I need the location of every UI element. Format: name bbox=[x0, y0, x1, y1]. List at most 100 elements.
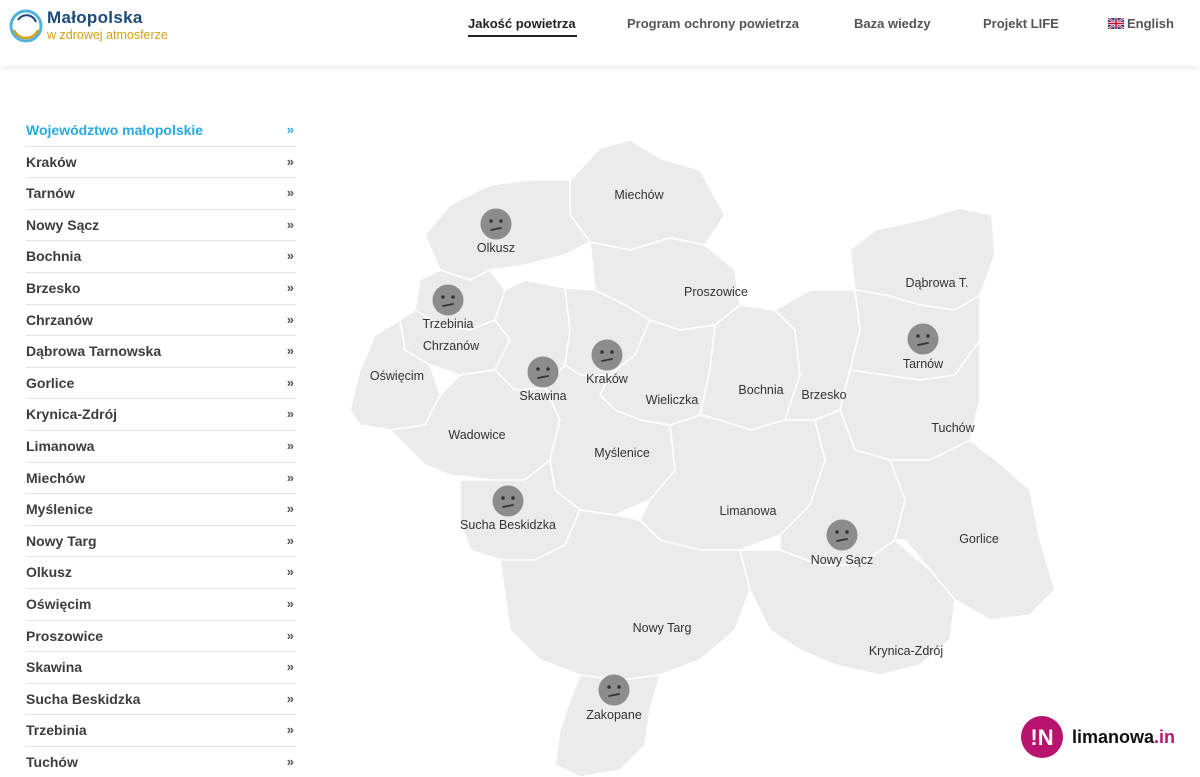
map-label-myslenice: Myślenice bbox=[594, 446, 650, 460]
sidebar-item-label: Nowy Targ bbox=[26, 532, 97, 549]
sidebar-item-label: Brzesko bbox=[26, 279, 81, 296]
sidebar-item-sucha-beskidzka[interactable]: Sucha Beskidzka » bbox=[26, 684, 296, 716]
map-label-sucha: Sucha Beskidzka bbox=[460, 518, 556, 532]
map-label-tuchow: Tuchów bbox=[931, 421, 975, 435]
map-label-krakow: Kraków bbox=[586, 372, 628, 386]
map-label-nowytarg: Nowy Targ bbox=[632, 621, 692, 635]
sidebar-item-label: Trzebinia bbox=[26, 722, 87, 739]
nav-jakosc-powietrza[interactable]: Jakość powietrza bbox=[468, 16, 576, 31]
sidebar-item-label: Proszowice bbox=[26, 627, 104, 644]
map-label-trzebinia: Trzebinia bbox=[422, 317, 474, 331]
sidebar-item-label: Oświęcim bbox=[26, 595, 92, 612]
map-label-olkusz: Olkusz bbox=[476, 241, 516, 255]
map-label-wieliczka: Wieliczka bbox=[645, 393, 699, 407]
chevron-right-icon: » bbox=[286, 501, 294, 517]
chevron-right-icon: » bbox=[286, 248, 294, 264]
sidebar-item-label: Sucha Beskidzka bbox=[26, 690, 141, 707]
sidebar-item-label: Olkusz bbox=[26, 564, 72, 581]
neutral-face-icon[interactable] bbox=[598, 674, 630, 706]
chevron-right-icon: » bbox=[286, 279, 294, 295]
sidebar-item-skawina[interactable]: Skawina » bbox=[26, 652, 296, 684]
site-logo[interactable]: Małopolska w zdrowej atmosferze bbox=[8, 6, 188, 48]
district-sidebar: Województwo małopolskie » Kraków » Tarnów »… bbox=[26, 115, 296, 777]
map-label-wadowice: Wadowice bbox=[448, 428, 506, 442]
sidebar-item-label: Kraków bbox=[26, 153, 77, 170]
sidebar-item-oswiecim[interactable]: Oświęcim » bbox=[26, 589, 296, 621]
nav-baza-wiedzy[interactable]: Baza wiedzy bbox=[854, 16, 931, 31]
sidebar-item-label: Nowy Sącz bbox=[26, 216, 100, 233]
sidebar-item-bochnia[interactable]: Bochnia » bbox=[26, 241, 296, 273]
nav-english[interactable]: English bbox=[1108, 16, 1174, 31]
sidebar-item-olkusz[interactable]: Olkusz » bbox=[26, 557, 296, 589]
sidebar-item-label: Gorlice bbox=[26, 374, 75, 391]
neutral-face-icon[interactable] bbox=[492, 485, 524, 517]
sidebar-item-tarnow[interactable]: Tarnów » bbox=[26, 178, 296, 210]
map-label-bochnia: Bochnia bbox=[738, 383, 784, 397]
sidebar-item-nowy-sacz[interactable]: Nowy Sącz » bbox=[26, 210, 296, 242]
region-map: Miechów Olkusz Proszowice Dąbrowa T. Trz… bbox=[330, 120, 1090, 777]
map-label-nowysacz: Nowy Sącz bbox=[810, 553, 874, 567]
map-label-gorlice: Gorlice bbox=[959, 532, 999, 546]
neutral-face-icon[interactable] bbox=[527, 356, 559, 388]
chevron-right-icon: » bbox=[286, 595, 294, 611]
chevron-right-icon: » bbox=[286, 564, 294, 580]
sidebar-item-proszowice[interactable]: Proszowice » bbox=[26, 621, 296, 653]
neutral-face-icon[interactable] bbox=[826, 519, 858, 551]
sidebar-item-gorlice[interactable]: Gorlice » bbox=[26, 368, 296, 400]
sidebar-item-label: Myślenice bbox=[26, 501, 93, 518]
nav-projekt-life[interactable]: Projekt LIFE bbox=[983, 16, 1059, 31]
chevron-right-icon: » bbox=[286, 216, 294, 232]
sidebar-item-tuchow[interactable]: Tuchów » bbox=[26, 747, 296, 777]
sidebar-item-chrzanow[interactable]: Chrzanów » bbox=[26, 305, 296, 337]
chevron-right-icon: » bbox=[286, 437, 294, 453]
nav-program-ochrony[interactable]: Program ochrony powietrza bbox=[627, 16, 799, 31]
watermark-badge-text: !N bbox=[1030, 725, 1053, 750]
sidebar-item-miechow[interactable]: Miechów » bbox=[26, 463, 296, 495]
sidebar-item-myslenice[interactable]: Myślenice » bbox=[26, 494, 296, 526]
map-label-brzesko: Brzesko bbox=[801, 388, 847, 402]
map-label-krynica: Krynica-Zdrój bbox=[868, 644, 944, 658]
neutral-face-icon[interactable] bbox=[907, 323, 939, 355]
sidebar-item-limanowa[interactable]: Limanowa » bbox=[26, 431, 296, 463]
sidebar-item-label: Miechów bbox=[26, 469, 86, 486]
watermark-tld: .in bbox=[1154, 727, 1176, 747]
chevron-right-icon: » bbox=[286, 690, 294, 706]
map-label-skawina: Skawina bbox=[519, 389, 567, 403]
map-label-chrzanow: Chrzanów bbox=[422, 339, 480, 353]
sidebar-item-brzesko[interactable]: Brzesko » bbox=[26, 273, 296, 305]
neutral-face-icon[interactable] bbox=[480, 208, 512, 240]
sidebar-item-wojewodztwo[interactable]: Województwo małopolskie » bbox=[26, 115, 296, 147]
chevron-right-icon: » bbox=[286, 659, 294, 675]
neutral-face-icon[interactable] bbox=[591, 339, 623, 371]
limanowa-watermark: !N limanowa.in bbox=[1020, 715, 1190, 759]
site-header: Małopolska w zdrowej atmosferze Jakość p… bbox=[0, 0, 1200, 66]
logo-title: Małopolska bbox=[47, 8, 143, 27]
sidebar-item-nowy-targ[interactable]: Nowy Targ » bbox=[26, 526, 296, 558]
chevron-right-icon: » bbox=[286, 374, 294, 390]
sidebar-item-krynica-zdroj[interactable]: Krynica-Zdrój » bbox=[26, 399, 296, 431]
map-shapes bbox=[349, 139, 1056, 777]
map-label-miechow: Miechów bbox=[614, 188, 664, 202]
sidebar-item-label: Tuchów bbox=[26, 753, 78, 770]
logo-swirl-icon bbox=[9, 9, 43, 43]
sidebar-item-label: Krynica-Zdrój bbox=[26, 406, 118, 423]
watermark-text: limanowa.in bbox=[1072, 727, 1175, 748]
map-label-zakopane: Zakopane bbox=[586, 708, 642, 722]
sidebar-item-label: Limanowa bbox=[26, 437, 95, 454]
limanowa-logo-icon: !N bbox=[1021, 716, 1063, 758]
logo-subtitle: w zdrowej atmosferze bbox=[47, 28, 168, 42]
sidebar-item-label: Bochnia bbox=[26, 248, 82, 265]
sidebar-item-dabrowa-tarnowska[interactable]: Dąbrowa Tarnowska » bbox=[26, 336, 296, 368]
neutral-face-icon[interactable] bbox=[432, 284, 464, 316]
sidebar-item-krakow[interactable]: Kraków » bbox=[26, 147, 296, 179]
map-label-oswiecim: Oświęcim bbox=[369, 369, 425, 383]
sidebar-item-trzebinia[interactable]: Trzebinia » bbox=[26, 715, 296, 747]
uk-flag-icon bbox=[1108, 18, 1124, 29]
map-label-dabrowa: Dąbrowa T. bbox=[905, 276, 969, 290]
nav-english-label: English bbox=[1127, 16, 1174, 31]
chevron-right-icon: » bbox=[286, 153, 294, 169]
chevron-right-icon: » bbox=[286, 343, 294, 359]
sidebar-item-label: Województwo małopolskie bbox=[26, 122, 204, 138]
sidebar-item-label: Skawina bbox=[26, 659, 83, 676]
chevron-right-icon: » bbox=[286, 753, 294, 769]
